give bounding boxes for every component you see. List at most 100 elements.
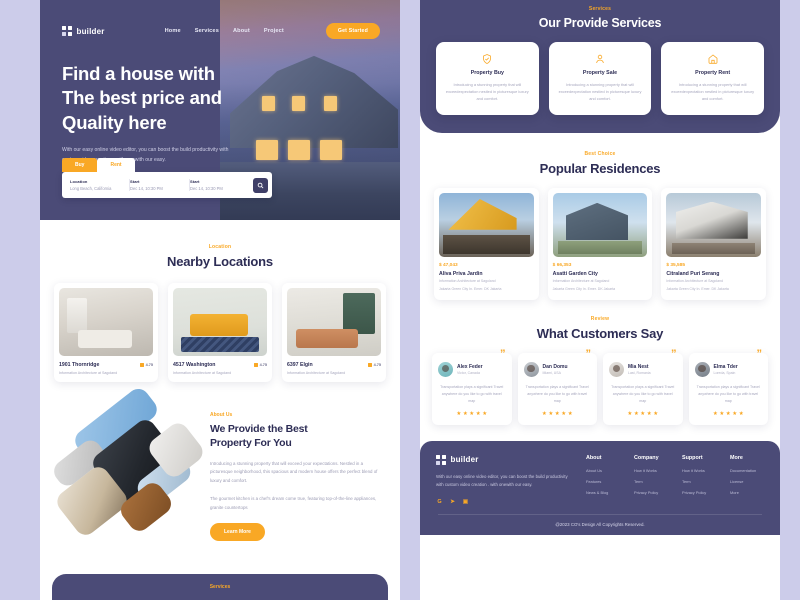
footer-copyright: @2023 CO's Design All Copyrights Reserve…	[555, 521, 645, 527]
search-end-field[interactable]: Start Dec 14, 10:30 PM	[190, 179, 249, 192]
footer-link[interactable]: How it Works	[682, 468, 716, 473]
star-icon	[368, 363, 372, 367]
nav-link-home[interactable]: Home	[165, 28, 181, 34]
residence-card[interactable]: $ 47,043 Aliva Priva Jardin Information …	[434, 187, 539, 301]
residence-price: $ 35,585	[666, 262, 686, 268]
review-stars: ★ ★ ★ ★ ★	[627, 411, 659, 418]
footer-link[interactable]: More	[730, 490, 764, 495]
quote-icon: ”	[671, 348, 677, 361]
brand-name: builder	[76, 26, 105, 36]
footer-link[interactable]: Privacy Policy	[682, 490, 716, 495]
nearby-card-name: 1901 Thornridge	[59, 362, 100, 368]
review-header: Mia Nest Last, Romania	[609, 362, 677, 378]
service-card-property-buy[interactable]: Property Buy Introducing a stunning prop…	[436, 42, 539, 115]
nearby-card-info: 4517 Washington Information Architecture…	[173, 362, 267, 375]
star-icon	[254, 363, 258, 367]
nearby-rating-value: 4.75	[259, 363, 267, 367]
review-text: Transportation plays a significant Trave…	[696, 385, 760, 404]
tab-rent[interactable]: Rent	[97, 158, 135, 172]
nearby-card-photo	[173, 288, 267, 356]
search-start-value: Dec 14, 10:30 PM	[130, 186, 163, 192]
review-cards: ” Alex Feder Victor, Canada Transportati…	[432, 349, 768, 426]
residence-card[interactable]: $ 35,585 Citraland Puri Serang Informati…	[661, 187, 767, 301]
about-paragraph-2: The gourmet kitchen is a chef's dream co…	[210, 495, 377, 510]
residence-card[interactable]: $ 66,353 Asatti Garden City Information …	[547, 187, 653, 301]
residence-price: $ 47,043	[439, 262, 458, 268]
footer-link[interactable]: Term	[682, 479, 716, 484]
search-location-field[interactable]: Location Long Beach, California	[70, 178, 130, 192]
footer-link[interactable]: License	[730, 479, 764, 484]
nearby-card-info: 6397 Elgin Information Architecture at S…	[287, 362, 381, 375]
nav-link-project[interactable]: Project	[264, 28, 284, 34]
review-author-name: Alex Feder	[457, 363, 483, 370]
search-icon	[257, 182, 264, 188]
hero-title-line-1: Find a house with	[62, 63, 215, 84]
review-card[interactable]: ” Alex Feder Victor, Canada Transportati…	[432, 349, 512, 426]
review-card[interactable]: ” Dan Domu Miami, USA Transportation pla…	[517, 349, 597, 426]
review-header: Elma Tder Loreda, Spain	[694, 362, 763, 378]
review-author-name: Mia Nest	[628, 363, 649, 370]
footer-logo[interactable]: builder	[436, 455, 570, 465]
review-author-location: Last, Romania	[628, 371, 651, 376]
residence-photo	[552, 192, 648, 257]
residence-desc-1: Information Architecture at Sagoland	[439, 279, 496, 284]
nav-link-about[interactable]: About	[233, 28, 250, 34]
twitter-icon[interactable]: ➤	[449, 499, 456, 506]
learn-more-button[interactable]: Learn More	[210, 522, 265, 541]
service-desc: Introducing a stunning property that wil…	[558, 82, 642, 102]
footer-link[interactable]: How it Works	[634, 468, 668, 473]
popular-eyebrow: Best Choice	[584, 150, 616, 157]
footer-link[interactable]: Privacy Policy	[634, 490, 668, 495]
nearby-card[interactable]: 1901 Thornridge Information Architecture…	[54, 283, 158, 383]
residence-price-value: 35,585	[670, 262, 686, 268]
review-author-location: Miami, USA	[542, 371, 561, 376]
residence-desc-2: Jakarta Green City In. Emer. DK Jakarta	[439, 286, 502, 291]
residence-desc-2: Jakarta Green City In. Emer. DK Jakarta	[666, 286, 729, 291]
residence-name: Citraland Puri Serang	[666, 270, 720, 277]
nearby-title: Nearby Locations	[167, 254, 273, 269]
review-card[interactable]: ” Elma Tder Loreda, Spain Transportation…	[688, 349, 768, 426]
service-name: Property Rent	[695, 70, 731, 76]
star-icon	[140, 363, 144, 367]
footer-link[interactable]: Documentation	[730, 468, 764, 473]
builder-logo-icon	[436, 455, 446, 465]
footer-link[interactable]: Term	[634, 479, 668, 484]
footer-link[interactable]: Features	[586, 479, 620, 484]
residence-photo	[666, 192, 762, 257]
nearby-card-rating: 4.75	[254, 362, 267, 367]
about-title-line-1: We Provide the Best	[210, 423, 308, 436]
nearby-card-info: 1901 Thornridge Information Architecture…	[59, 362, 153, 375]
footer-top: builder With our easy online video edito…	[436, 455, 764, 506]
service-card-property-sale[interactable]: Property Sale Introducing a stunning pro…	[548, 42, 652, 115]
nav-link-services[interactable]: Services	[195, 28, 219, 34]
service-icon-wrap	[444, 52, 531, 65]
testimonials-section: Review What Customers Say ” Alex Feder V…	[420, 300, 780, 426]
search-end-label: Start	[190, 178, 200, 184]
review-card[interactable]: ” Mia Nest Last, Romania Transportation …	[603, 349, 683, 426]
review-author-location: Loreda, Spain	[713, 371, 736, 376]
logo[interactable]: builder	[62, 26, 105, 36]
right-page-column: Services Our Provide Services Property B…	[420, 0, 780, 600]
nearby-card[interactable]: 6397 Elgin Information Architecture at S…	[282, 283, 386, 383]
search-submit-button[interactable]	[253, 177, 268, 193]
get-started-button[interactable]: Get Started	[325, 23, 380, 39]
about-paragraph-1: Introducing a stunning property that wil…	[210, 460, 378, 484]
footer-link[interactable]: About Us	[586, 468, 620, 473]
left-page-column: builder Home Services About Project Get …	[40, 0, 400, 600]
nearby-card[interactable]: 4517 Washington Information Architecture…	[168, 283, 272, 383]
nearby-card-name: 4517 Washington	[173, 362, 216, 368]
nearby-card-desc: Information Architecture at Sagoland	[287, 370, 346, 375]
footer-link[interactable]: News & Blog	[586, 490, 620, 495]
popular-cards: $ 47,043 Aliva Priva Jardin Information …	[434, 187, 767, 301]
search-start-field[interactable]: Start Dec 14, 10:30 PM	[130, 178, 190, 192]
quote-icon: ”	[585, 348, 592, 361]
review-author-location: Victor, Canada	[457, 371, 480, 376]
service-card-property-rent[interactable]: Property Rent Introducing a stunning pro…	[661, 42, 765, 115]
top-navigation: builder Home Services About Project Get …	[62, 22, 380, 40]
residence-photo	[439, 192, 534, 257]
tab-buy[interactable]: Buy	[62, 158, 98, 172]
instagram-icon[interactable]: ▣	[462, 499, 469, 506]
footer-link-columns: About About Us Features News & Blog Comp…	[570, 455, 764, 506]
google-icon[interactable]: G	[436, 499, 443, 506]
residence-desc-2: Jakarta Green City In. Emer. DK Jakarta	[552, 286, 616, 291]
